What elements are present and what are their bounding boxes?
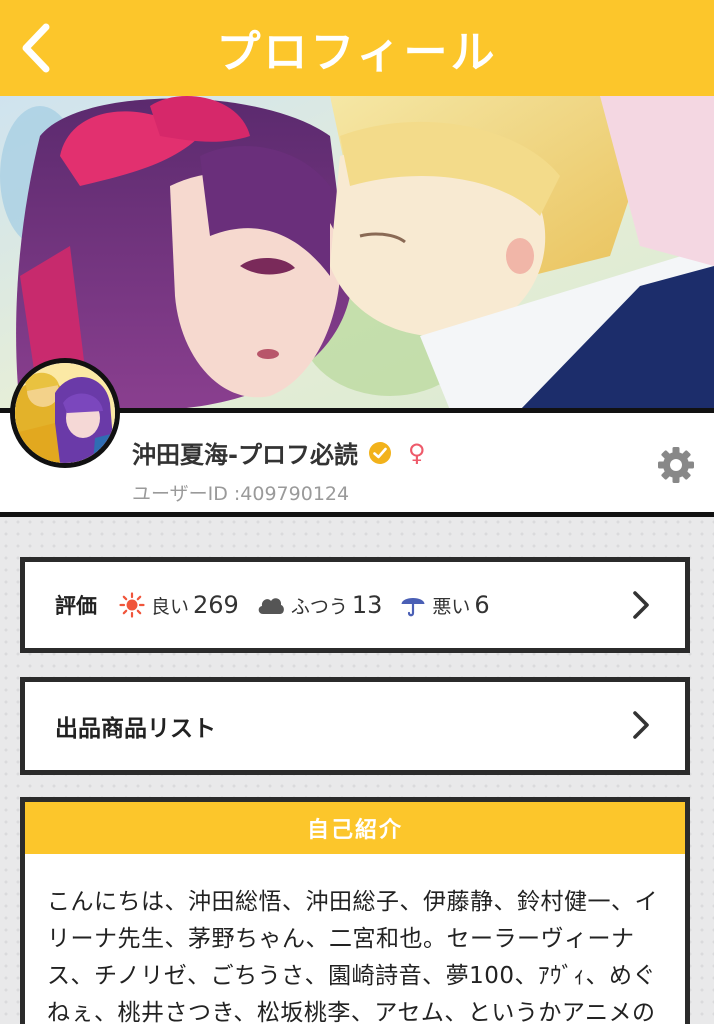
rating-good: 良い 269	[119, 591, 239, 619]
rating-normal: ふつう 13	[257, 591, 383, 619]
rating-good-count: 269	[193, 591, 239, 619]
user-name-row: 沖田夏海-プロフ必読 ♀	[132, 435, 426, 470]
rating-row: 評価 良い 269 ふつう 13 悪い 6	[55, 562, 508, 648]
chevron-right-icon	[633, 591, 649, 619]
rating-good-label: 良い	[151, 595, 190, 618]
rating-normal-label: ふつう	[290, 595, 348, 618]
chevron-left-icon	[22, 23, 50, 73]
gender-female-icon: ♀	[407, 438, 426, 467]
cover-image	[0, 96, 714, 410]
listing-card[interactable]: 出品商品リスト	[20, 677, 690, 775]
intro-text: こんにちは、沖田総悟、沖田総子、伊藤静、鈴村健一、イリーナ先生、茅野ちゃん、二宮…	[47, 889, 658, 1024]
rating-bad-count: 6	[474, 591, 490, 619]
back-button[interactable]	[10, 18, 60, 78]
intro-title: 自己紹介	[25, 802, 685, 854]
avatar[interactable]	[10, 358, 120, 468]
rating-bad-label: 悪い	[432, 595, 471, 618]
listing-label: 出品商品リスト	[55, 716, 216, 742]
rating-bad: 悪い 6	[400, 591, 490, 619]
umbrella-icon	[401, 598, 425, 617]
cloud-icon	[258, 598, 284, 614]
user-name: 沖田夏海-プロフ必読	[132, 441, 358, 469]
app-header: プロフィール	[0, 0, 714, 96]
verified-badge-icon	[368, 441, 391, 464]
gear-icon	[658, 447, 694, 483]
rating-label: 評価	[55, 594, 97, 618]
settings-button[interactable]	[656, 445, 696, 489]
user-id: ユーザーID :409790124	[132, 483, 350, 505]
rating-card[interactable]: 評価 良い 269 ふつう 13 悪い 6	[20, 557, 690, 653]
rating-normal-count: 13	[351, 591, 383, 619]
page-title: プロフィール	[216, 27, 498, 78]
sun-icon	[119, 592, 145, 618]
chevron-right-icon	[633, 711, 649, 739]
intro-card: 自己紹介 こんにちは、沖田総悟、沖田総子、伊藤静、鈴村健一、イリーナ先生、茅野ち…	[20, 797, 690, 1024]
